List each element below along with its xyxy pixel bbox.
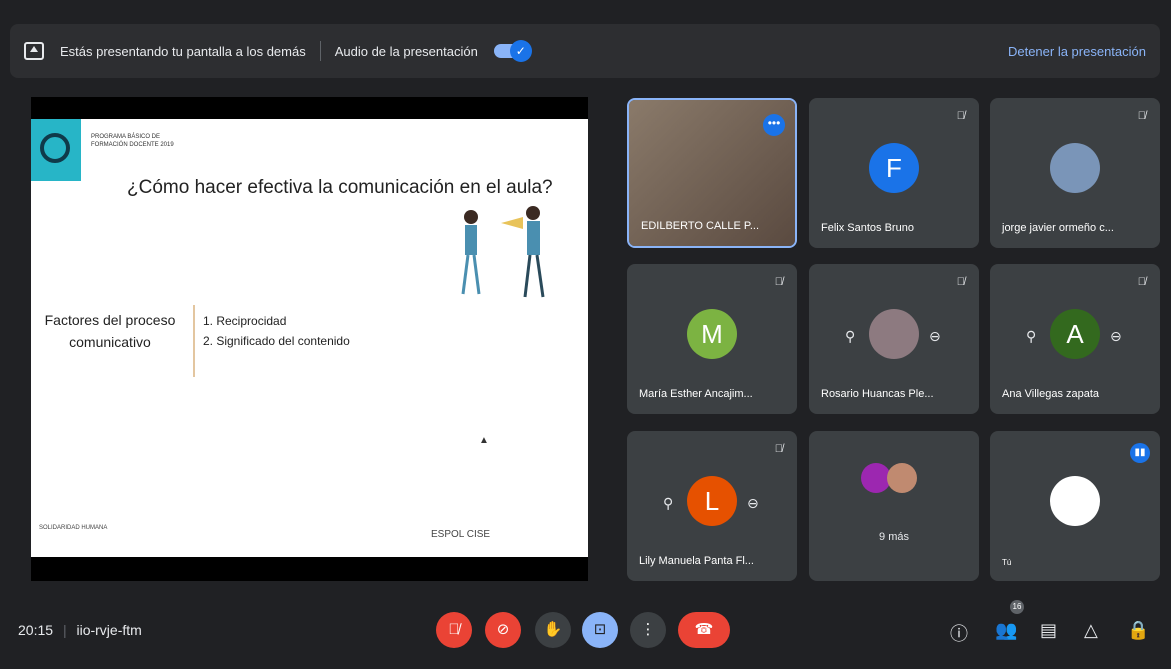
chat-icon[interactable]: ▤ — [1040, 620, 1057, 641]
raise-hand-button[interactable]: ✋ — [535, 612, 571, 648]
footer-right-logos: ESPOL CISE — [431, 529, 491, 540]
list-item: 2. Significado del contenido — [203, 334, 350, 348]
pin-icon[interactable]: ⚲ — [1026, 328, 1036, 345]
avatar — [869, 309, 919, 359]
presenting-text: Estás presentando tu pantalla a los demá… — [60, 43, 306, 59]
audio-label: Audio de la presentación — [334, 43, 478, 59]
more-count-label: 9 más — [879, 531, 909, 543]
present-button[interactable]: ⊡ — [582, 612, 618, 648]
brace — [193, 305, 203, 377]
participant-name: María Esther Ancajim... — [639, 388, 753, 400]
speaking-indicator-icon: ▮▮ — [1130, 443, 1150, 463]
bottom-bar: 20:15 | iio-rvje-ftm 🎙̸ ⊘ ✋ ⊡ ⋮ ☎ ⓘ 👥 ▤ … — [0, 600, 1171, 669]
present-icon: ⊡ — [593, 621, 607, 638]
remove-icon[interactable]: ⊖ — [1110, 328, 1122, 345]
lock-icon[interactable]: 🔒 — [1127, 620, 1149, 641]
self-label: Tú — [1002, 558, 1012, 567]
self-tile[interactable]: ▮▮ Tú — [990, 431, 1160, 581]
people-icon[interactable]: 👥 — [995, 620, 1017, 641]
participant-tile[interactable]: 🎙̸ ⚲ A ⊖ Ana Villegas zapata — [990, 264, 1160, 414]
list-item: 1. Reciprocidad — [203, 314, 287, 328]
participant-tile[interactable]: 🎙̸ jorge javier ormeño c... — [990, 98, 1160, 248]
presenting-banner: Estás presentando tu pantalla a los demá… — [10, 24, 1160, 78]
shared-screen: PROGRAMA BÁSICO DE FORMACIÓN DOCENTE 201… — [31, 97, 588, 581]
mic-off-icon: 🎙̸ — [956, 276, 965, 288]
avatar: A — [1050, 309, 1100, 359]
end-call-button[interactable]: ☎ — [678, 612, 730, 648]
pin-icon[interactable]: ⚲ — [845, 328, 855, 345]
participant-tile[interactable]: 🎙̸ F Felix Santos Bruno — [809, 98, 979, 248]
camera-toggle-button[interactable]: ⊘ — [485, 612, 521, 648]
participant-name: Felix Santos Bruno — [821, 222, 914, 234]
avatar: L — [687, 476, 737, 526]
presentation-slide: PROGRAMA BÁSICO DE FORMACIÓN DOCENTE 201… — [31, 119, 588, 557]
activities-icon[interactable]: △ — [1084, 620, 1098, 641]
factores-list: 1. Reciprocidad 2. Significado del conte… — [203, 311, 350, 351]
camera-off-icon: ⊘ — [496, 621, 510, 638]
people-megaphone-illustration — [461, 206, 545, 298]
hand-icon: ✋ — [543, 621, 563, 638]
more-icon: ⋮ — [640, 621, 656, 638]
participant-tile[interactable]: 🎙̸ ⚲ L ⊖ Lily Manuela Panta Fl... — [627, 431, 797, 581]
program-logo — [31, 119, 81, 181]
time-text: 20:15 — [18, 622, 54, 638]
more-participants-tile[interactable]: 9 más — [809, 431, 979, 581]
meeting-code: iio-rvje-ftm — [76, 622, 142, 638]
participant-tile[interactable]: 🎙̸ ⚲ ⊖ Rosario Huancas Ple... — [809, 264, 979, 414]
participant-name: EDILBERTO CALLE P... — [641, 220, 760, 232]
mic-toggle-button[interactable]: 🎙̸ — [436, 612, 472, 648]
remove-icon[interactable]: ⊖ — [747, 495, 759, 512]
factores-label: Factores del proceso comunicativo — [44, 312, 176, 350]
mic-off-icon: 🎙̸ — [774, 443, 783, 455]
end-call-icon: ☎ — [694, 621, 714, 638]
mouse-cursor-icon: ▲ — [479, 435, 489, 446]
participant-name: jorge javier ormeño c... — [1002, 222, 1114, 234]
more-options-icon[interactable]: ••• — [763, 114, 785, 136]
program-text: PROGRAMA BÁSICO DE FORMACIÓN DOCENTE 201… — [91, 134, 174, 148]
mic-off-icon: 🎙̸ — [1137, 276, 1146, 288]
participant-name: Ana Villegas zapata — [1002, 388, 1100, 400]
meeting-time: 20:15 | iio-rvje-ftm — [18, 622, 142, 638]
avatar: F — [869, 143, 919, 193]
check-icon: ✓ — [509, 40, 532, 62]
mic-off-icon: 🎙̸ — [1137, 110, 1146, 122]
more-options-button[interactable]: ⋮ — [630, 612, 666, 648]
mic-off-icon: 🎙̸ — [956, 110, 965, 122]
info-icon[interactable]: ⓘ — [950, 620, 968, 646]
participants-count-badge: 16 — [1010, 600, 1024, 614]
footer-left-logo: SOLIDARIDAD HUMANA — [39, 525, 108, 531]
participant-tile[interactable]: ••• EDILBERTO CALLE P... — [627, 98, 797, 248]
mic-off-icon: 🎙̸ — [448, 621, 460, 638]
participant-name: Lily Manuela Panta Fl... — [639, 555, 754, 567]
slide-title: ¿Cómo hacer efectiva la comunicación en … — [127, 177, 553, 198]
mic-off-icon: 🎙̸ — [774, 276, 783, 288]
avatar — [1050, 476, 1100, 526]
avatar — [1050, 143, 1100, 193]
audio-toggle[interactable]: ✓ — [493, 40, 532, 62]
pin-icon[interactable]: ⚲ — [663, 495, 673, 512]
stop-presenting-button[interactable]: Detener la presentación — [1008, 44, 1146, 59]
remove-icon[interactable]: ⊖ — [929, 328, 941, 345]
participant-name: Rosario Huancas Ple... — [821, 388, 934, 400]
participant-tile[interactable]: 🎙̸ M María Esther Ancajim... — [627, 264, 797, 414]
avatar: M — [687, 309, 737, 359]
divider — [319, 41, 321, 61]
avatar — [887, 463, 917, 493]
present-screen-icon — [24, 42, 44, 60]
